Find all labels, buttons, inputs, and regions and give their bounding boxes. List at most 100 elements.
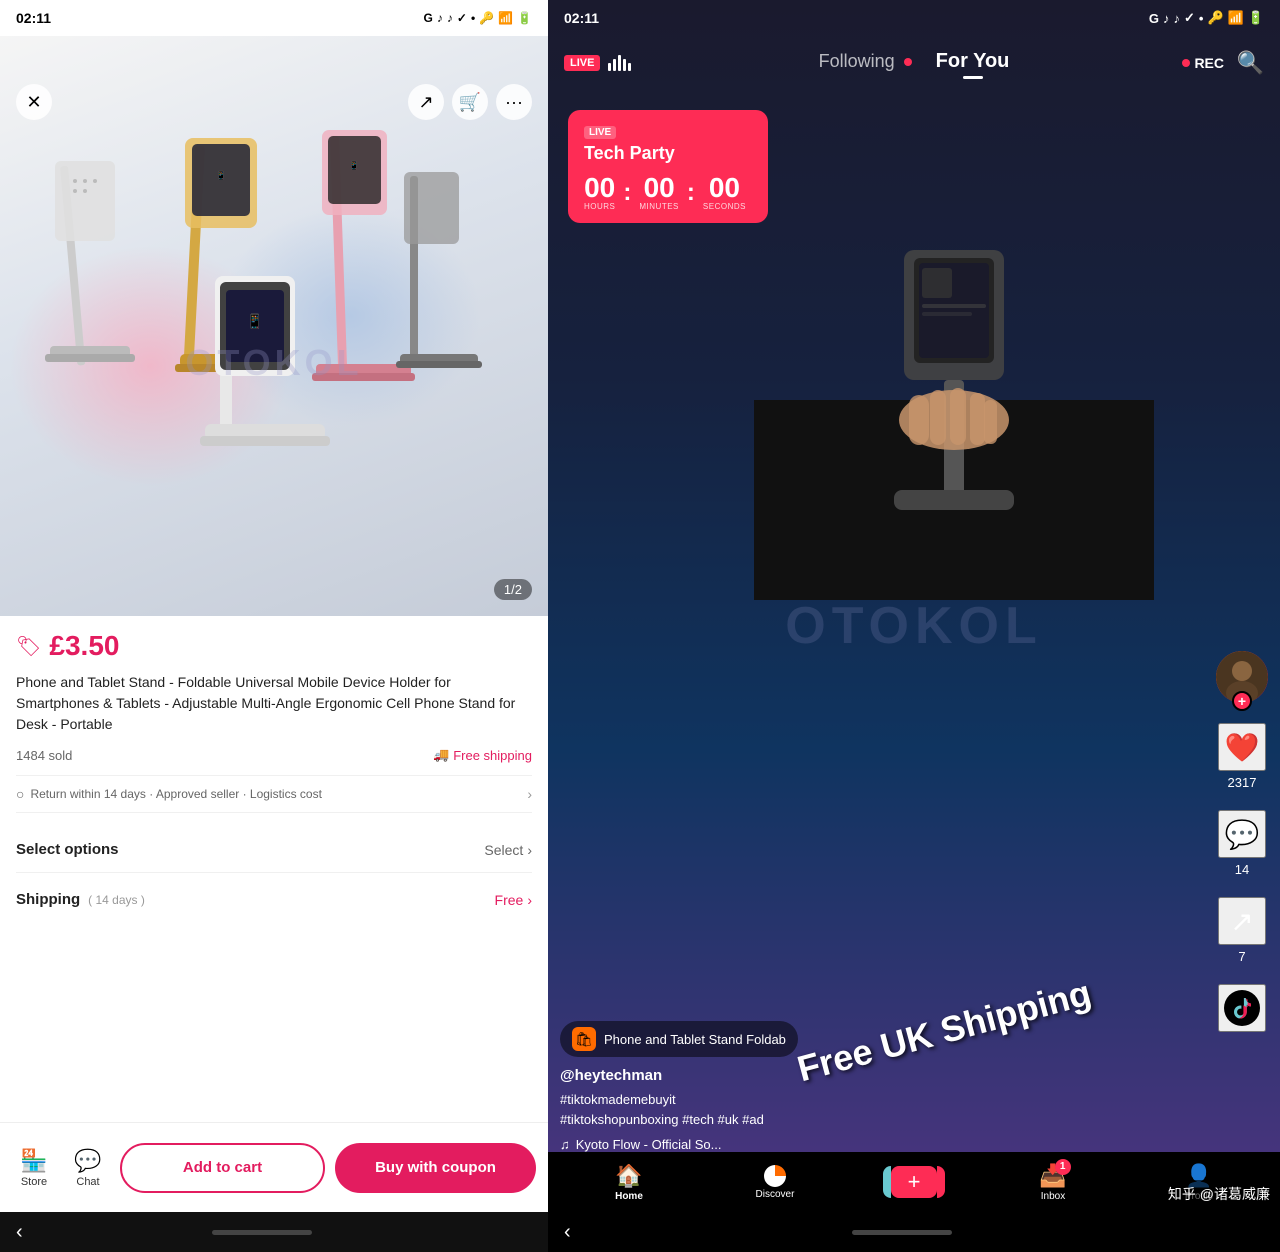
nav-discover[interactable]: Discover (745, 1165, 805, 1200)
speed-bar-1 (608, 63, 611, 71)
bottom-bar: 🏪 Store 💬 Chat Add to cart Buy with coup… (0, 1122, 548, 1212)
nav-tabs: Following For You (819, 50, 1010, 77)
shipping-days: ( 14 days ) (88, 893, 145, 907)
buy-with-coupon-button[interactable]: Buy with coupon (335, 1143, 536, 1193)
chat-icon: 💬 (74, 1148, 101, 1174)
speed-bar-2 (613, 59, 616, 71)
watermark-right: OTOKOL (785, 596, 1042, 656)
store-button[interactable]: 🏪 Store (12, 1148, 56, 1188)
product-info: 🏷 £3.50 Phone and Tablet Stand - Foldabl… (0, 616, 548, 1122)
share-button-right[interactable]: ↗ (1218, 897, 1266, 945)
inbox-notification-badge: 1 (1055, 1159, 1071, 1175)
return-row[interactable]: ○ Return within 14 days · Approved selle… (16, 775, 532, 813)
avatar-container: + (1216, 651, 1268, 703)
price-tag-icon: 🏷 (16, 634, 41, 659)
back-button-right[interactable]: ‹ (564, 1221, 571, 1244)
home-label: Home (615, 1191, 643, 1202)
comment-button[interactable]: 💬 (1218, 810, 1266, 858)
cart-button[interactable]: 🛒 (452, 84, 488, 120)
g-icon: G (424, 11, 433, 25)
price-amount: £3.50 (49, 630, 119, 662)
status-bar-right: 02:11 G ♪ ♪ ✓ • 🔑 📶 🔋 (548, 0, 1280, 36)
rec-badge: REC (1182, 55, 1224, 71)
left-panel: 02:11 G ♪ ♪ ✓ • 🔑 📶 🔋 ✕ ↗ 🛒 ··· (0, 0, 548, 1252)
like-button[interactable]: ❤️ (1218, 723, 1266, 771)
shipping-label: Shipping (16, 891, 80, 908)
follow-plus-button[interactable]: + (1232, 691, 1252, 711)
sold-shipping-row: 1484 sold 🚚 Free shipping (16, 747, 532, 763)
tiktok-icon-2: ♪ (447, 11, 453, 25)
nav-home[interactable]: 🏠 Home (599, 1163, 659, 1202)
product-header: ✕ ↗ 🛒 ··· (0, 72, 548, 132)
product-pill[interactable]: 🛍 Phone and Tablet Stand Foldab (560, 1021, 798, 1057)
shipping-chevron: › (527, 892, 532, 908)
select-button[interactable]: Select › (484, 842, 532, 858)
nav-inbox[interactable]: 📥 1 Inbox (1023, 1163, 1083, 1202)
system-bar-right: ‹ (548, 1212, 1280, 1252)
live-small-badge: LIVE (584, 126, 616, 139)
countdown-hours: 00 HOURS (584, 174, 615, 211)
dot-icon: • (471, 11, 475, 25)
dot-r: • (1199, 11, 1204, 26)
select-chevron: › (527, 842, 532, 858)
tab-following[interactable]: Following (819, 51, 912, 76)
system-bar-left: ‹ (0, 1212, 548, 1252)
back-button-left[interactable]: ‹ (16, 1221, 23, 1244)
price-row: 🏷 £3.50 (16, 630, 532, 662)
sold-count: 1484 sold (16, 748, 72, 763)
music-title: Kyoto Flow - Official So... (576, 1137, 722, 1152)
discover-label: Discover (756, 1189, 795, 1200)
username[interactable]: @heytechman (560, 1067, 1200, 1084)
wifi-r: 📶 (1228, 10, 1244, 26)
chat-button[interactable]: 💬 Chat (66, 1148, 110, 1188)
countdown-seconds: 00 SECONDS (703, 174, 746, 211)
tiktok-logo-group (1218, 984, 1266, 1032)
tiktok-logo-button[interactable] (1218, 984, 1266, 1032)
like-count: 2317 (1228, 775, 1257, 790)
product-pill-icon: 🛍 (572, 1027, 596, 1051)
store-icon: 🏪 (20, 1148, 47, 1174)
return-chevron: › (527, 786, 532, 802)
home-icon: 🏠 (615, 1163, 642, 1189)
right-actions: + ❤️ 2317 💬 14 ↗ 7 (1216, 651, 1268, 1032)
free-shipping-text: Free shipping (453, 748, 532, 763)
comment-button-group: 💬 14 (1218, 810, 1266, 877)
speed-bar-4 (623, 59, 626, 71)
share-button-group: ↗ 7 (1218, 897, 1266, 964)
return-icon: ○ (16, 786, 24, 802)
product-pill-text: Phone and Tablet Stand Foldab (604, 1032, 786, 1047)
share-button[interactable]: ↗ (408, 84, 444, 120)
zhihu-watermark: 知乎 @诸葛威廉 (1158, 1180, 1280, 1208)
search-button[interactable]: 🔍 (1237, 50, 1264, 76)
shipping-label-group: Shipping ( 14 days ) (16, 891, 145, 908)
status-icons-right: G ♪ ♪ ✓ • 🔑 📶 🔋 (1149, 10, 1264, 26)
video-bottom-info: 🛍 Phone and Tablet Stand Foldab @heytech… (560, 1021, 1200, 1152)
rec-dot (1182, 59, 1190, 67)
live-event-card[interactable]: LIVE Tech Party 00 HOURS : 00 MINUTES : … (568, 110, 768, 223)
add-to-cart-button[interactable]: Add to cart (120, 1143, 325, 1193)
speed-bar-3 (618, 55, 621, 71)
header-icons-right: ↗ 🛒 ··· (408, 84, 532, 120)
share-count: 7 (1238, 949, 1245, 964)
shipping-row: Shipping ( 14 days ) Free › (16, 887, 532, 912)
video-svg (754, 100, 1154, 600)
live-badge-top: LIVE (564, 55, 600, 71)
hashtags[interactable]: #tiktokmademebuyit #tiktokshopunboxing #… (560, 1090, 1200, 1129)
svg-text:📱: 📱 (216, 170, 226, 180)
tab-for-you[interactable]: For You (936, 50, 1010, 77)
discover-icon (764, 1165, 786, 1187)
comment-count: 14 (1235, 862, 1249, 877)
check-icon: ✓ (457, 11, 467, 25)
store-label: Store (21, 1176, 47, 1188)
watermark-left: OTOKOL (185, 342, 362, 384)
svg-text:📱: 📱 (246, 313, 263, 330)
key-r: 🔑 (1207, 10, 1223, 26)
tiktok-logo-svg (1224, 990, 1260, 1026)
add-content-button[interactable]: + (891, 1166, 937, 1198)
svg-text:📱: 📱 (349, 160, 359, 170)
following-dot (904, 58, 912, 66)
battery-r: 🔋 (1248, 10, 1264, 26)
more-button[interactable]: ··· (496, 84, 532, 120)
music-row: ♫ Kyoto Flow - Official So... (560, 1137, 1200, 1152)
close-button[interactable]: ✕ (16, 84, 52, 120)
